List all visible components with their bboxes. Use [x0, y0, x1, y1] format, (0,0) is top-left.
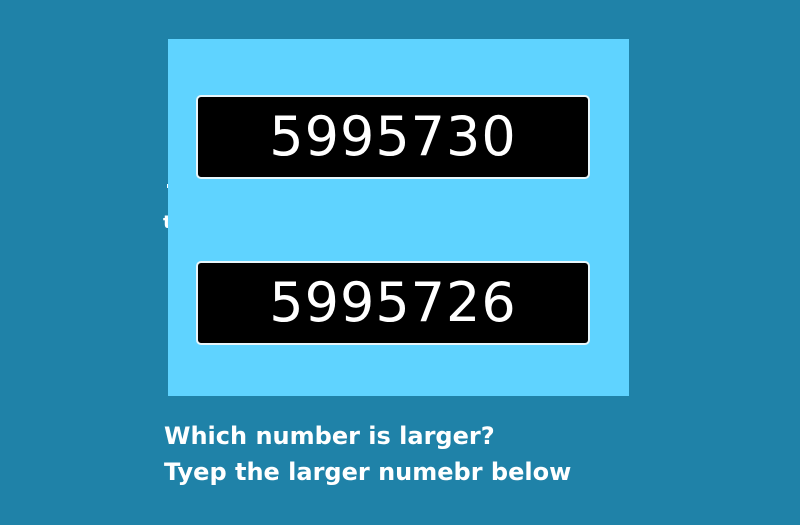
instruction-question: Which number is larger? [164, 422, 495, 450]
instruction-text: Which number is larger? Tyep the larger … [164, 418, 571, 490]
captcha-panel: 5995730 5995726 [168, 39, 629, 396]
number-option-second: 5995726 [196, 261, 590, 345]
instruction-directive: Tyep the larger numebr below [164, 458, 572, 486]
number-option-first: 5995730 [196, 95, 590, 179]
